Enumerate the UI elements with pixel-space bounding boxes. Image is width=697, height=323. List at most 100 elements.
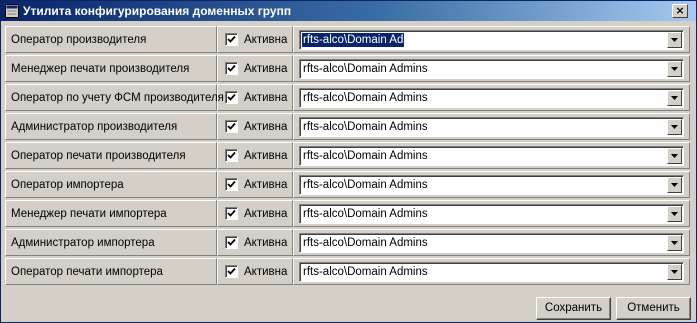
domain-group-cell: rfts-alco\Domain Admins: [293, 258, 690, 285]
group-name-cell: Менеджер печати производителя: [5, 55, 217, 82]
domain-group-value[interactable]: rfts-alco\Domain Admins: [302, 265, 429, 279]
domain-group-cell: rfts-alco\Domain Admins: [293, 113, 690, 140]
group-name-label: Оператор печати производителя: [11, 150, 186, 162]
active-cell: Активна: [217, 200, 293, 227]
close-icon: ×: [675, 4, 685, 17]
dropdown-arrow-icon: [671, 183, 678, 187]
checkmark-icon: [227, 122, 236, 130]
active-checkbox[interactable]: [225, 91, 238, 104]
domain-group-select[interactable]: rfts-alco\Domain Admins: [299, 59, 684, 79]
dropdown-button[interactable]: [667, 90, 682, 106]
table-row: Оператор производителя Активна rfts-alco\D…: [5, 26, 690, 53]
domain-group-select[interactable]: rfts-alco\Domain Admins: [299, 88, 684, 108]
checkmark-icon: [227, 64, 236, 72]
domain-group-value[interactable]: rfts-alco\Domain Admins: [302, 149, 429, 163]
checkmark-icon: [227, 180, 236, 188]
domain-group-cell: rfts-alco\Domain Admins: [293, 229, 690, 256]
active-checkbox-label[interactable]: Активна: [244, 266, 287, 278]
table-row: Администратор производителя Активна rfts-a…: [5, 113, 690, 140]
domain-group-value[interactable]: rfts-alco\Domain Admins: [302, 62, 429, 76]
close-button[interactable]: ×: [672, 4, 688, 18]
active-checkbox-label[interactable]: Активна: [244, 121, 287, 133]
active-checkbox-label[interactable]: Активна: [244, 237, 287, 249]
group-name-cell: Оператор печати производителя: [5, 142, 217, 169]
domain-group-value[interactable]: rfts-alco\Domain Admins: [302, 120, 429, 134]
domain-group-select[interactable]: rfts-alco\Domain Ad: [299, 30, 684, 50]
group-name-label: Оператор производителя: [11, 34, 147, 46]
domain-group-select[interactable]: rfts-alco\Domain Admins: [299, 262, 684, 282]
table-row: Оператор печати производителя Активна rfts…: [5, 142, 690, 169]
dropdown-button[interactable]: [667, 119, 682, 135]
group-name-cell: Оператор производителя: [5, 26, 217, 53]
group-name-cell: Менеджер печати импортера: [5, 200, 217, 227]
active-cell: Активна: [217, 229, 293, 256]
active-checkbox-label[interactable]: Активна: [244, 179, 287, 191]
active-checkbox[interactable]: [225, 62, 238, 75]
table-row: Менеджер печати производителя Активна rfts…: [5, 55, 690, 82]
table-row: Администратор импортера Активна rfts-alco\…: [5, 229, 690, 256]
table-row: Менеджер печати импортера Активна rfts-alc…: [5, 200, 690, 227]
domain-group-select[interactable]: rfts-alco\Domain Admins: [299, 146, 684, 166]
dialog-window: Утилита конфигурирования доменных групп …: [0, 0, 697, 323]
dropdown-button[interactable]: [667, 148, 682, 164]
domain-group-cell: rfts-alco\Domain Admins: [293, 171, 690, 198]
group-name-cell: Оператор импортера: [5, 171, 217, 198]
dropdown-arrow-icon: [671, 154, 678, 158]
group-name-label: Администратор производителя: [11, 121, 178, 133]
active-checkbox[interactable]: [225, 120, 238, 133]
active-checkbox[interactable]: [225, 207, 238, 220]
group-name-cell: Администратор импортера: [5, 229, 217, 256]
active-checkbox-label[interactable]: Активна: [244, 150, 287, 162]
dropdown-arrow-icon: [671, 125, 678, 129]
group-name-cell: Администратор производителя: [5, 113, 217, 140]
domain-group-select[interactable]: rfts-alco\Domain Admins: [299, 117, 684, 137]
active-checkbox-label[interactable]: Активна: [244, 34, 287, 46]
active-cell: Активна: [217, 84, 293, 111]
save-button[interactable]: Сохранить: [536, 297, 611, 320]
domain-group-select[interactable]: rfts-alco\Domain Admins: [299, 204, 684, 224]
active-cell: Активна: [217, 55, 293, 82]
dropdown-arrow-icon: [671, 241, 678, 245]
active-checkbox[interactable]: [225, 149, 238, 162]
active-checkbox[interactable]: [225, 265, 238, 278]
domain-group-value[interactable]: rfts-alco\Domain Admins: [302, 236, 429, 250]
checkmark-icon: [227, 238, 236, 246]
group-table: Оператор производителя Активна rfts-alco\D…: [5, 26, 690, 291]
active-checkbox[interactable]: [225, 236, 238, 249]
active-checkbox-label[interactable]: Активна: [244, 208, 287, 220]
dropdown-button[interactable]: [667, 235, 682, 251]
dropdown-button[interactable]: [667, 61, 682, 77]
group-name-label: Администратор импортера: [11, 237, 155, 249]
dropdown-arrow-icon: [671, 67, 678, 71]
active-checkbox-label[interactable]: Активна: [244, 63, 287, 75]
dropdown-arrow-icon: [671, 212, 678, 216]
dropdown-button[interactable]: [667, 206, 682, 222]
dropdown-arrow-icon: [671, 38, 678, 42]
title-bar[interactable]: Утилита конфигурирования доменных групп …: [1, 1, 696, 21]
domain-group-cell: rfts-alco\Domain Admins: [293, 200, 690, 227]
domain-group-cell: rfts-alco\Domain Admins: [293, 55, 690, 82]
checkmark-icon: [227, 151, 236, 159]
checkmark-icon: [227, 93, 236, 101]
group-name-label: Оператор печати импортера: [11, 266, 163, 278]
active-cell: Активна: [217, 258, 293, 285]
group-name-label: Оператор импортера: [11, 179, 124, 191]
active-checkbox[interactable]: [225, 178, 238, 191]
dropdown-button[interactable]: [667, 177, 682, 193]
table-row: Оператор по учету ФСМ производителя Актив…: [5, 84, 690, 111]
dropdown-arrow-icon: [671, 270, 678, 274]
domain-group-select[interactable]: rfts-alco\Domain Admins: [299, 175, 684, 195]
domain-group-value[interactable]: rfts-alco\Domain Ad: [302, 33, 405, 47]
cancel-button[interactable]: Отменить: [616, 297, 691, 320]
domain-group-value[interactable]: rfts-alco\Domain Admins: [302, 91, 429, 105]
domain-group-value[interactable]: rfts-alco\Domain Admins: [302, 207, 429, 221]
active-checkbox[interactable]: [225, 33, 238, 46]
domain-group-value[interactable]: rfts-alco\Domain Admins: [302, 178, 429, 192]
domain-group-cell: rfts-alco\Domain Admins: [293, 84, 690, 111]
group-name-label: Менеджер печати импортера: [11, 208, 167, 220]
active-checkbox-label[interactable]: Активна: [244, 92, 287, 104]
domain-group-select[interactable]: rfts-alco\Domain Admins: [299, 233, 684, 253]
dropdown-button[interactable]: [667, 264, 682, 280]
active-cell: Активна: [217, 26, 293, 53]
dropdown-button[interactable]: [667, 32, 682, 48]
